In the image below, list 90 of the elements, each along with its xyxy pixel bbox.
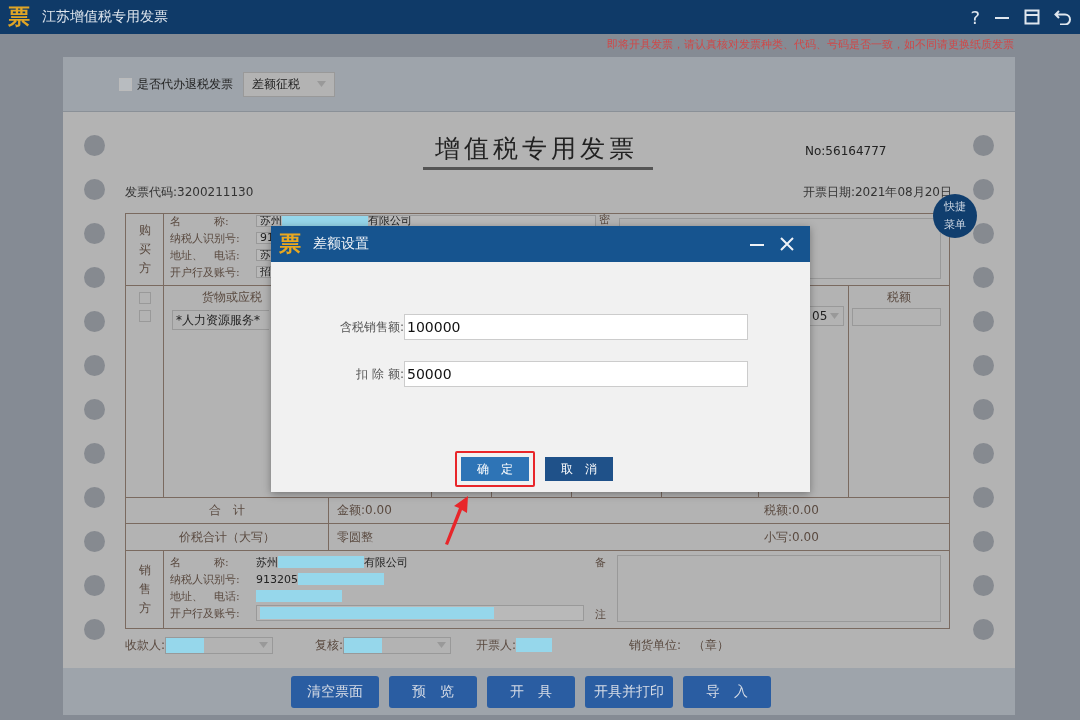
section-label: 密 [599,214,611,228]
invoice-code: 发票代码:3200211130 [125,183,254,201]
punch-hole [972,399,994,420]
checkbox[interactable] [138,310,151,322]
field-label: 纳税人识别号: [170,230,241,246]
window-title: 江苏增值税专用发票 [42,8,169,26]
checkbox-label: 是否代办退税发票 [137,75,233,93]
app-logo: 票 [279,229,301,258]
input-field[interactable]: 50000 [404,361,748,387]
punch-hole [972,443,994,464]
row-label: 合 计 [126,498,329,523]
caret-icon [437,642,447,648]
close-icon[interactable] [780,237,794,251]
field-label: 纳税人识别号: [170,571,241,587]
help-button[interactable]: ? [970,6,980,28]
field-value: 913205 [256,572,298,586]
punch-hole [83,443,105,464]
field-label: 含税销售额: [338,318,404,336]
action-button[interactable]: 开具并打印 [585,676,673,708]
caret-icon [830,313,839,319]
signer-label: 销货单位: （章） [629,636,730,654]
input-field[interactable]: 100000 [404,314,748,340]
dialog-button[interactable]: 取 消 [545,457,613,481]
punch-hole [83,355,105,376]
punch-hole [972,619,994,640]
punch-hole [972,311,994,332]
punch-hole [972,355,994,376]
redaction-bar [516,638,553,652]
punch-hole [972,531,994,552]
input-field[interactable]: *人力资源服务* [172,310,269,330]
field-value: 有限公司 [364,554,408,570]
action-button[interactable]: 清空票面 [291,676,379,708]
column-header: 货物或应税 [201,289,263,306]
punch-hole [83,311,105,332]
checkbox[interactable] [119,77,132,91]
punch-hole [83,531,105,552]
punch-hole [972,575,994,596]
signer-dropdown[interactable] [343,636,452,654]
section-label: 备 [595,555,607,570]
field-label: 开户行及账号: [170,264,241,280]
punch-hole [972,135,994,156]
section-label: 注 [595,607,607,622]
caret-icon [259,642,269,648]
signer-dropdown[interactable] [165,636,274,654]
punch-hole [83,267,105,288]
field-label: 开户行及账号: [170,605,241,621]
punch-hole [972,179,994,200]
punch-hole [83,575,105,596]
signer-label: 收款人: [125,636,166,654]
field-label: 地址、 电话: [170,588,241,604]
invoice-title: 增值税专用发票 [423,132,653,170]
section-label: 购买方 [138,221,151,278]
total-amount: 金额:0.00 [337,502,392,519]
punch-hole [83,135,105,156]
punch-hole [83,179,105,200]
total-tax: 税额:0.00 [764,502,820,519]
punch-hole [972,267,994,288]
action-button[interactable]: 开 具 [487,676,575,708]
column-header: 税额 [886,289,912,306]
punch-hole [83,619,105,640]
field-label: 地址、 电话: [170,247,241,263]
dialog-title: 差额设置 [313,235,370,253]
punch-hole [83,223,105,244]
invoice-number: No:56164777 [805,144,887,158]
field-value: 苏州 [256,554,278,570]
restore-icon[interactable] [1024,9,1040,25]
action-button[interactable]: 预 览 [389,676,477,708]
caret-icon [317,81,326,87]
back-icon[interactable] [1054,9,1072,25]
app-logo: 票 [8,2,30,31]
punch-hole [83,487,105,508]
dialog-button[interactable]: 确 定 [461,457,529,481]
field-label: 名 称: [170,213,230,229]
punch-hole [972,223,994,244]
row-label: 价税合计（大写） [126,524,329,550]
input-field[interactable] [852,308,941,326]
action-button[interactable]: 导 入 [683,676,771,708]
remarks-field[interactable] [617,555,941,622]
signer-label: 开票人: [476,636,517,654]
field-label: 扣 除 额: [355,365,404,383]
tax-mode-dropdown[interactable]: 差额征税 [243,71,335,97]
punch-hole [83,399,105,420]
field-label: 名 称: [170,554,230,570]
amount-in-figures: 小写:0.00 [764,528,820,546]
input-field[interactable] [256,605,584,621]
section-label: 销售方 [138,561,151,618]
punch-hole [972,487,994,508]
signer-label: 复核: [315,636,344,654]
checkbox[interactable] [138,292,151,304]
amount-in-words: 零圆整 [337,528,373,546]
